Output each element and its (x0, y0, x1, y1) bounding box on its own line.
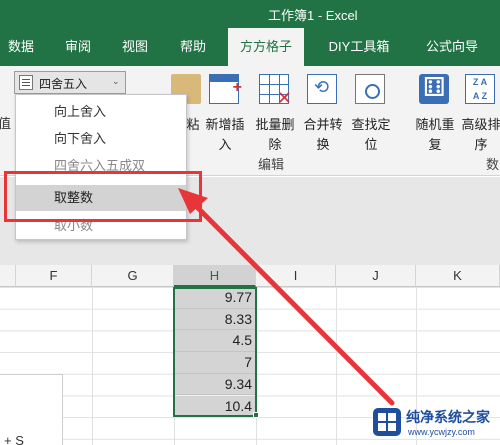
watermark: 纯净系统之家 www.ycwjzy.com (372, 405, 498, 441)
column-header-j[interactable]: J (336, 265, 416, 287)
random-icon (419, 72, 449, 104)
fill-handle[interactable] (253, 412, 259, 418)
column-header-g[interactable]: G (92, 265, 174, 287)
watermark-url: www.ycwjzy.com (408, 427, 475, 437)
column-header-blank[interactable] (0, 265, 16, 287)
find-icon (355, 74, 385, 104)
delete-label-2: 除 (268, 137, 282, 152)
merge-icon (307, 74, 337, 104)
chevron-down-icon: ⌄ (112, 76, 120, 86)
group-label-edit: 编辑 (258, 157, 285, 172)
rounding-dropdown[interactable]: 四舍五入 ⌄ (14, 71, 126, 94)
column-header-k[interactable]: K (416, 265, 500, 287)
ribbon-tabs: 数据 审阅 视图 帮助 方方格子 DIY工具箱 公式向导 (0, 28, 500, 66)
side-panel: + S (0, 374, 63, 445)
title-bar: 工作簿1 - Excel (0, 0, 500, 28)
random-label-2: 复 (428, 137, 442, 152)
delete-label: 批量删 (255, 117, 295, 132)
menu-item-round-down[interactable]: 向下舍入 (16, 126, 186, 152)
watermark-logo-icon (373, 408, 401, 436)
grid-line (336, 287, 337, 445)
insert-label-2: 入 (218, 137, 232, 152)
column-header-f[interactable]: F (16, 265, 92, 287)
ribbon-cut-label: 值 (0, 116, 12, 131)
insert-icon (209, 74, 242, 104)
tab-view[interactable]: 视图 (112, 28, 158, 66)
watermark-title: 纯净系统之家 (406, 409, 490, 425)
tab-data[interactable]: 数据 (0, 28, 42, 66)
column-header-h[interactable]: H (174, 265, 256, 287)
merge-label: 合并转 (303, 117, 343, 132)
group-label-data: 数 (486, 157, 500, 172)
tab-diy-toolbox[interactable]: DIY工具箱 (314, 28, 404, 66)
tab-fangfang[interactable]: 方方格子 (228, 28, 304, 66)
sort-label-2: 序 (474, 137, 488, 152)
highlight-box (4, 171, 202, 222)
tab-help[interactable]: 帮助 (170, 28, 216, 66)
rounding-icon (19, 75, 33, 90)
tab-formula-wizard[interactable]: 公式向导 (414, 28, 490, 66)
grid-line (92, 287, 93, 445)
side-panel-text: + S (4, 433, 24, 445)
find-label-2: 位 (364, 137, 378, 152)
menu-item-round-up[interactable]: 向上舍入 (16, 99, 186, 125)
sort-icon: Z AA Z (465, 74, 495, 104)
sort-label: 高级排 (461, 117, 500, 132)
merge-label-2: 换 (316, 137, 330, 152)
selection-frame (173, 287, 257, 417)
tab-review[interactable]: 审阅 (55, 28, 101, 66)
find-label: 查找定 (351, 117, 391, 132)
rounding-dropdown-value: 四舍五入 (39, 77, 88, 91)
column-header-i[interactable]: I (256, 265, 336, 287)
delete-icon (259, 74, 292, 109)
insert-label: 新增插 (205, 117, 245, 132)
window-title: 工作簿1 - Excel (268, 8, 358, 23)
random-label: 随机重 (415, 117, 455, 132)
